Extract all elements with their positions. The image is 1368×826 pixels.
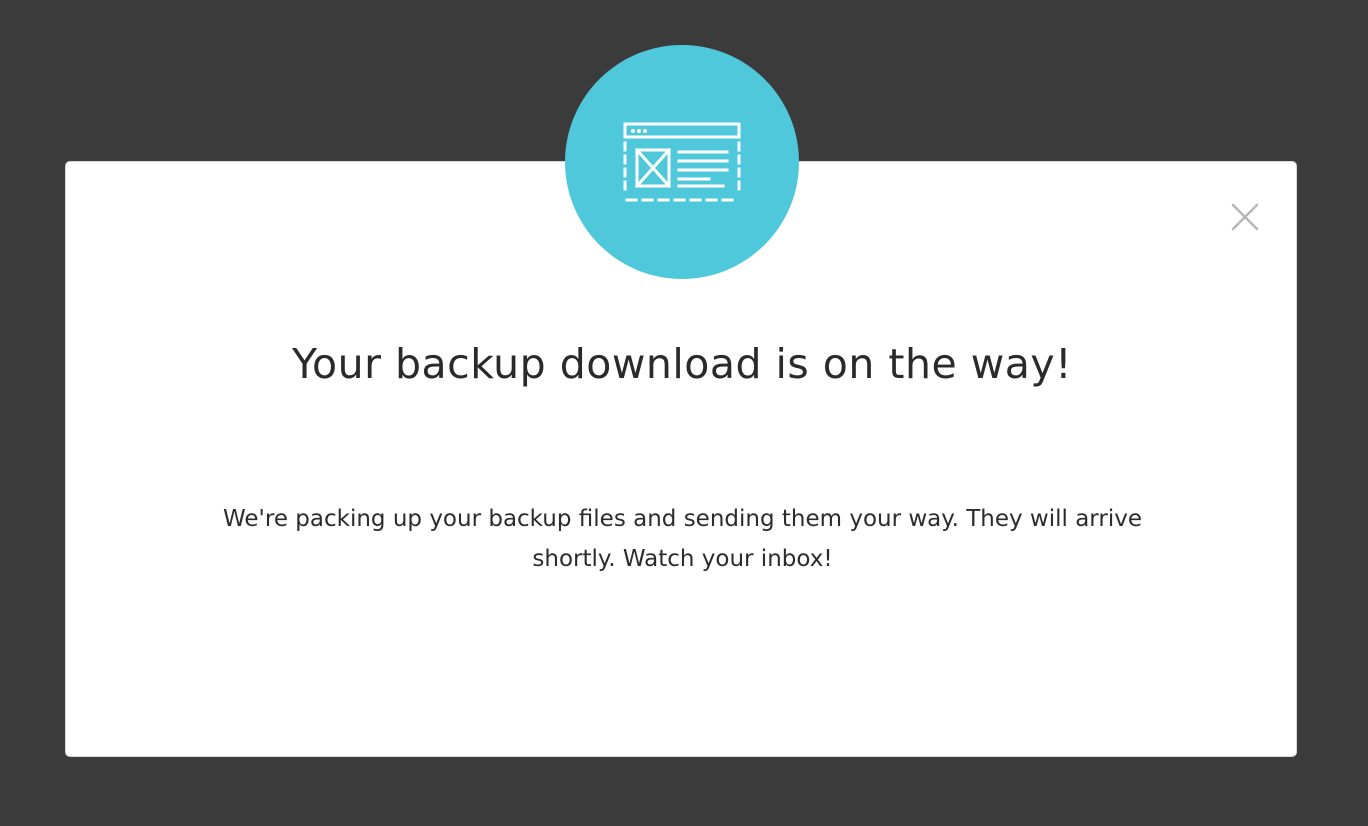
browser-wireframe-icon: [623, 122, 741, 202]
dialog-message: We're packing up your backup files and s…: [223, 506, 1142, 572]
close-button[interactable]: [1228, 200, 1262, 234]
dialog-title: Your backup download is on the way!: [291, 340, 1073, 388]
hero-badge: [565, 45, 799, 279]
close-icon: [1231, 203, 1259, 231]
